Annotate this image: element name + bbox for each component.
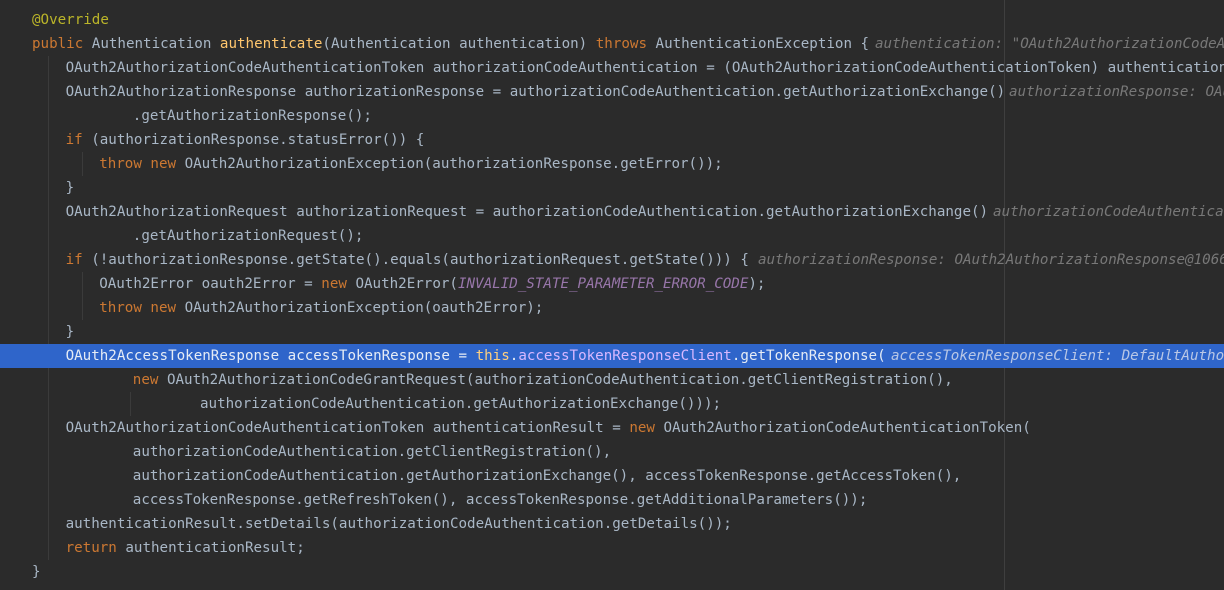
code-line[interactable]: .getAuthorizationResponse(); — [0, 104, 1224, 128]
code-token: OAuth2AuthorizationCodeAuthenticationTok… — [654, 420, 1031, 436]
code-token: OAuth2Error oauth2Error = — [99, 276, 322, 292]
code-token: authorizationCodeAuthentication.getAutho… — [200, 396, 722, 412]
code-token: authorizationCodeAuthentication.getAutho… — [132, 468, 962, 484]
code-token: OAuth2AuthorizationException(authorizati… — [176, 156, 723, 172]
code-line[interactable]: authenticationResult.setDetails(authoriz… — [0, 512, 1224, 536]
code-text: .getAuthorizationResponse(); — [133, 104, 372, 128]
inline-debug-value: authorizationResponse: OAuth2Authorizati… — [758, 252, 1224, 268]
code-token: } — [65, 180, 75, 196]
code-token: .getAuthorizationResponse(); — [132, 108, 372, 124]
code-token: accessTokenResponse.getRefreshToken(), a… — [132, 492, 868, 508]
code-text: new OAuth2AuthorizationCodeGrantRequest(… — [133, 368, 953, 392]
current-line[interactable]: OAuth2AccessTokenResponse accessTokenRes… — [0, 344, 1224, 368]
code-token: .getTokenResponse( — [731, 348, 886, 364]
code-text: authenticationResult.setDetails(authoriz… — [66, 512, 732, 536]
code-token: INVALID_STATE_PARAMETER_ERROR_CODE — [457, 276, 749, 292]
code-text: if (!authorizationResponse.getState().eq… — [66, 248, 749, 272]
code-token: } — [65, 324, 75, 340]
code-token: OAuth2AuthorizationCodeAuthenticationTok… — [65, 60, 1224, 76]
code-token: OAuth2AuthorizationCodeGrantRequest(auth… — [158, 372, 953, 388]
code-line[interactable]: if (!authorizationResponse.getState().eq… — [0, 248, 1224, 272]
code-text: throw new OAuth2AuthorizationException(a… — [99, 152, 723, 176]
code-text: @Override — [32, 8, 109, 32]
code-token: if — [65, 132, 83, 148]
code-text: } — [66, 320, 75, 344]
code-line[interactable]: new OAuth2AuthorizationCodeGrantRequest(… — [0, 368, 1224, 392]
code-line[interactable]: } — [0, 176, 1224, 200]
code-line[interactable]: throw new OAuth2AuthorizationException(a… — [0, 152, 1224, 176]
code-token: (Authentication authentication) — [322, 36, 596, 52]
code-token: return — [65, 540, 117, 556]
code-token: } — [32, 564, 41, 580]
code-token: Authentication — [83, 36, 220, 52]
code-line[interactable]: authorizationCodeAuthentication.getClien… — [0, 440, 1224, 464]
code-token: OAuth2AuthorizationRequest authorization… — [65, 204, 989, 220]
code-token: throw new — [99, 156, 177, 172]
code-token: ); — [748, 276, 766, 292]
code-text: authorizationCodeAuthentication.getAutho… — [133, 464, 962, 488]
code-token: (authorizationResponse.statusError()) { — [82, 132, 425, 148]
code-token: OAuth2AuthorizationException(oauth2Error… — [176, 300, 544, 316]
code-token: OAuth2AuthorizationCodeAuthenticationTok… — [65, 420, 630, 436]
code-line[interactable]: authorizationCodeAuthentication.getAutho… — [0, 392, 1224, 416]
code-token: authenticationResult; — [116, 540, 305, 556]
code-text: OAuth2AuthorizationCodeAuthenticationTok… — [66, 416, 1031, 440]
code-text: } — [32, 560, 41, 584]
code-text: .getAuthorizationRequest(); — [133, 224, 364, 248]
code-text: throw new OAuth2AuthorizationException(o… — [99, 296, 543, 320]
code-token: @Override — [32, 12, 109, 28]
code-text: return authenticationResult; — [66, 536, 305, 560]
code-line[interactable]: return authenticationResult; — [0, 536, 1224, 560]
code-text: OAuth2AuthorizationResponse authorizatio… — [66, 80, 1006, 104]
inline-debug-value: accessTokenResponseClient: DefaultAuthor — [891, 348, 1224, 364]
code-text: OAuth2AccessTokenResponse accessTokenRes… — [66, 344, 886, 368]
inline-debug-value: authorizationCodeAuthenticat — [993, 204, 1224, 220]
code-token: public — [32, 36, 84, 52]
code-token: authenticate — [219, 36, 323, 52]
inline-debug-value: authorizationResponse: OAu — [1009, 84, 1224, 100]
code-token: new — [629, 420, 655, 436]
code-token: if — [65, 252, 83, 268]
code-line[interactable]: throw new OAuth2AuthorizationException(o… — [0, 296, 1224, 320]
code-token: new — [132, 372, 159, 388]
code-editor[interactable]: @Override public Authentication authentic… — [0, 0, 1224, 590]
code-text: authorizationCodeAuthentication.getClien… — [133, 440, 611, 464]
code-line[interactable]: } — [0, 320, 1224, 344]
code-token: this — [475, 348, 510, 364]
code-text: authorizationCodeAuthentication.getAutho… — [200, 392, 721, 416]
code-line[interactable]: accessTokenResponse.getRefreshToken(), a… — [0, 488, 1224, 512]
code-text: } — [66, 176, 75, 200]
code-token: authorizationCodeAuthentication.getClien… — [132, 444, 612, 460]
code-text: accessTokenResponse.getRefreshToken(), a… — [133, 488, 868, 512]
code-line[interactable]: authorizationCodeAuthentication.getAutho… — [0, 464, 1224, 488]
inline-debug-value: authentication: "OAuth2AuthorizationCode… — [875, 36, 1224, 52]
code-token: .getAuthorizationRequest(); — [132, 228, 364, 244]
code-line[interactable]: OAuth2AuthorizationCodeAuthenticationTok… — [0, 56, 1224, 80]
code-text: if (authorizationResponse.statusError())… — [66, 128, 425, 152]
code-token: new — [321, 276, 347, 292]
code-text: OAuth2AuthorizationCodeAuthenticationTok… — [66, 56, 1224, 80]
code-token: AuthenticationException { — [647, 36, 870, 52]
code-line[interactable]: @Override — [0, 8, 1224, 32]
code-line[interactable]: public Authentication authenticate(Authe… — [0, 32, 1224, 56]
code-token: OAuth2Error( — [346, 276, 458, 292]
code-line[interactable]: OAuth2AuthorizationRequest authorization… — [0, 200, 1224, 224]
code-token: OAuth2AuthorizationResponse authorizatio… — [65, 84, 1006, 100]
code-line[interactable]: if (authorizationResponse.statusError())… — [0, 128, 1224, 152]
code-line[interactable]: } — [0, 560, 1224, 584]
code-token: authenticationResult.setDetails(authoriz… — [65, 516, 732, 532]
code-token: throws — [595, 36, 648, 52]
code-token: OAuth2AccessTokenResponse accessTokenRes… — [65, 348, 476, 364]
code-text: OAuth2Error oauth2Error = new OAuth2Erro… — [99, 272, 765, 296]
code-text: public Authentication authenticate(Authe… — [32, 32, 869, 56]
code-line[interactable]: OAuth2Error oauth2Error = new OAuth2Erro… — [0, 272, 1224, 296]
code-line[interactable]: .getAuthorizationRequest(); — [0, 224, 1224, 248]
code-token: accessTokenResponseClient — [518, 348, 732, 364]
code-token: (!authorizationResponse.getState().equal… — [82, 252, 749, 268]
code-text: OAuth2AuthorizationRequest authorization… — [66, 200, 989, 224]
code-line[interactable]: OAuth2AuthorizationResponse authorizatio… — [0, 80, 1224, 104]
code-line[interactable]: OAuth2AuthorizationCodeAuthenticationTok… — [0, 416, 1224, 440]
code-token: throw new — [99, 300, 177, 316]
